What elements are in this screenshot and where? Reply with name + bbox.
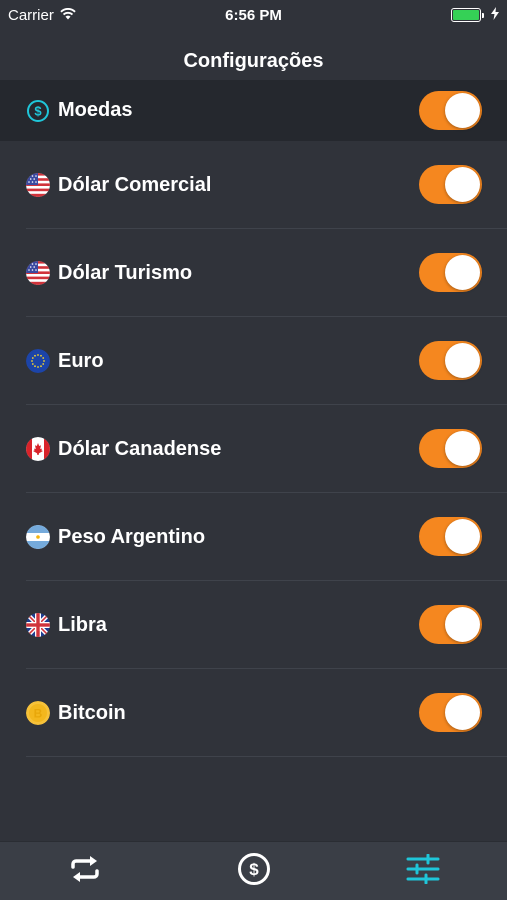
- currency-label: Dólar Comercial: [58, 173, 212, 196]
- list-item-dolar-comercial: Dólar Comercial: [0, 141, 507, 229]
- currency-label: Bitcoin: [58, 701, 126, 724]
- list-item-dolar-canadense: Dólar Canadense: [0, 405, 507, 493]
- list-item-peso-argentino: Peso Argentino: [0, 493, 507, 581]
- battery-icon: [451, 8, 484, 22]
- libra-toggle[interactable]: [419, 605, 482, 644]
- toggle-knob: [445, 607, 480, 642]
- canada-flag-icon: [26, 437, 50, 461]
- row-divider: [26, 756, 507, 757]
- svg-text:B: B: [34, 707, 43, 721]
- toggle-knob: [445, 167, 480, 202]
- tab-bar: $: [0, 841, 507, 900]
- dollar-coin-icon: $: [237, 852, 271, 891]
- euro-toggle[interactable]: [419, 341, 482, 380]
- charging-bolt-icon: [491, 6, 499, 24]
- currency-label: Euro: [58, 349, 104, 372]
- currency-label: Peso Argentino: [58, 525, 206, 548]
- clock: 6:56 PM: [225, 6, 282, 24]
- carrier-label: Carrier: [8, 6, 54, 24]
- dollar-circle-icon: $: [26, 99, 50, 123]
- status-bar: Carrier 6:56 PM: [0, 0, 507, 30]
- svg-text:$: $: [34, 103, 42, 118]
- section-header-moedas: $ Moedas: [0, 80, 507, 141]
- list-item-bitcoin: B Bitcoin: [0, 669, 507, 757]
- toggle-knob: [445, 695, 480, 730]
- list-item-euro: Euro: [0, 317, 507, 405]
- status-left: Carrier: [8, 7, 76, 24]
- moedas-toggle[interactable]: [419, 91, 482, 130]
- us-flag-icon: [26, 173, 50, 197]
- currency-label: Libra: [58, 613, 107, 636]
- toggle-knob: [445, 519, 480, 554]
- argentina-flag-icon: [26, 525, 50, 549]
- toggle-knob: [445, 343, 480, 378]
- status-right: [451, 6, 499, 24]
- currency-label: Dólar Canadense: [58, 437, 222, 460]
- currency-label: Dólar Turismo: [58, 261, 193, 284]
- list-item-libra: Libra: [0, 581, 507, 669]
- tab-settings[interactable]: [393, 846, 453, 896]
- tab-exchange[interactable]: [55, 846, 115, 896]
- exchange-arrows-icon: [69, 855, 101, 888]
- section-label: Moedas: [58, 99, 133, 121]
- dolar-turismo-toggle[interactable]: [419, 253, 482, 292]
- bitcoin-icon: B: [26, 701, 50, 725]
- bitcoin-toggle[interactable]: [419, 693, 482, 732]
- toggle-knob: [445, 431, 480, 466]
- uk-flag-icon: [26, 613, 50, 637]
- wifi-icon: [60, 7, 76, 24]
- list-item-dolar-turismo: Dólar Turismo: [0, 229, 507, 317]
- settings-sliders-icon: [406, 853, 440, 889]
- dolar-canadense-toggle[interactable]: [419, 429, 482, 468]
- eu-flag-icon: [26, 349, 50, 373]
- toggle-knob: [445, 93, 480, 128]
- svg-text:$: $: [249, 860, 259, 879]
- page-title: Configurações: [183, 50, 324, 72]
- currency-list: Dólar Comercial Dólar Turismo Euro Dólar…: [0, 141, 507, 757]
- dolar-comercial-toggle[interactable]: [419, 165, 482, 204]
- tab-currencies[interactable]: $: [224, 846, 284, 896]
- toggle-knob: [445, 255, 480, 290]
- peso-argentino-toggle[interactable]: [419, 517, 482, 556]
- us-flag-icon: [26, 261, 50, 285]
